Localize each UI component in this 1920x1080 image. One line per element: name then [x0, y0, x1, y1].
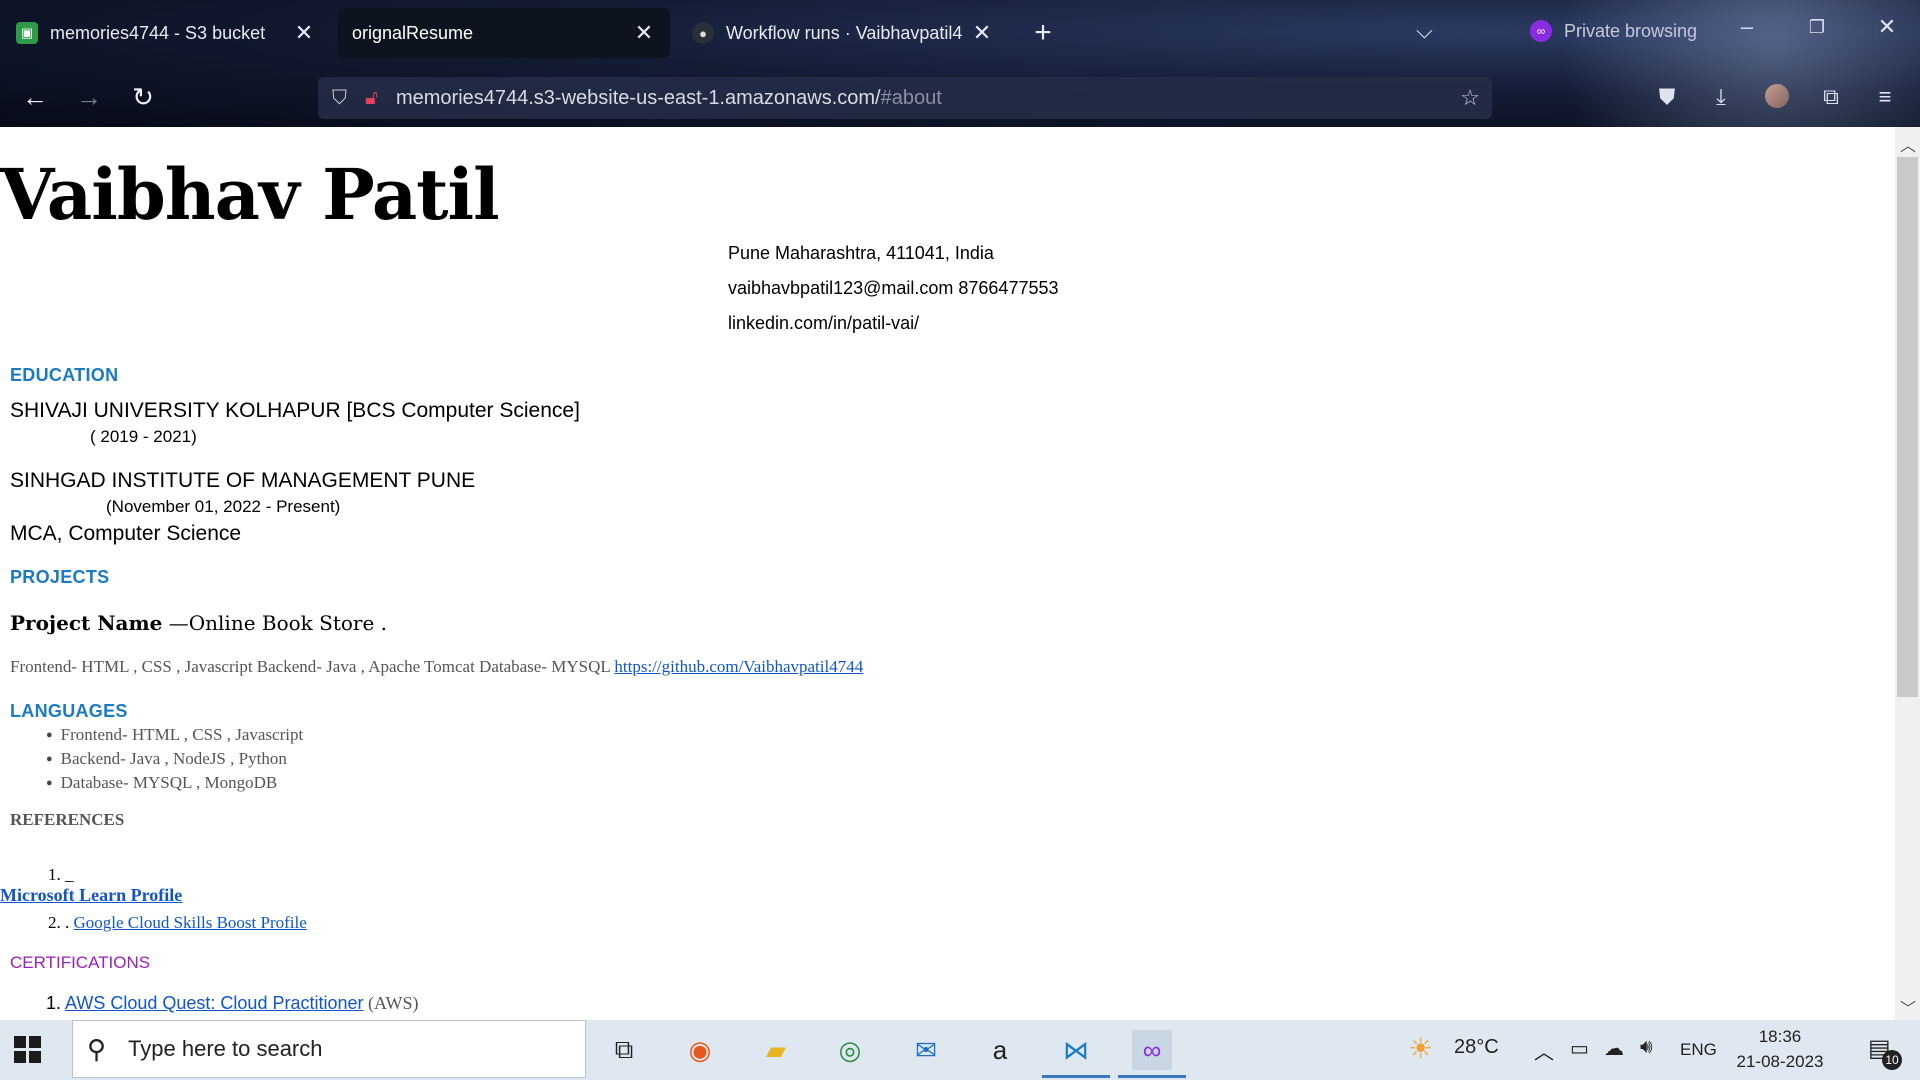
new-tab-button[interactable]: + [1028, 16, 1058, 50]
chrome-icon[interactable]: ◎ [830, 1030, 870, 1070]
project-name-value: —Online Book Store . [162, 611, 388, 635]
education-school-1: SHIVAJI UNIVERSITY KOLHAPUR [BCS Compute… [10, 399, 580, 422]
forward-arrow-icon[interactable]: → [72, 82, 106, 113]
weather-icon[interactable]: ☀ [1408, 1032, 1433, 1065]
volume-icon[interactable]: 🔊︎ [1640, 1036, 1653, 1059]
clock-date: 21-08-2023 [1736, 1052, 1824, 1071]
notification-count-badge: 10 [1882, 1050, 1902, 1070]
project-name-label: Project Name [10, 611, 163, 635]
microsoft-learn-profile-link[interactable]: Microsoft Learn Profile [0, 885, 182, 906]
close-window-icon[interactable]: ✕ [1872, 14, 1902, 40]
notification-center-icon[interactable]: ▤ 10 [1868, 1034, 1902, 1070]
windows-start-icon[interactable] [14, 1036, 42, 1064]
account-avatar[interactable] [1765, 84, 1789, 108]
github-icon: ● [692, 22, 714, 44]
scroll-down-icon[interactable]: ﹀ [1900, 995, 1916, 1019]
close-tab-icon[interactable]: ✕ [970, 20, 994, 46]
clock-time: 18:36 [1758, 1027, 1802, 1046]
firefox-private-icon[interactable]: ∞ [1118, 1030, 1186, 1078]
education-degree-2: MCA, Computer Science [10, 522, 242, 545]
certification-1-issuer: (AWS) [363, 993, 419, 1013]
contact-address: Pune Maharashtra, 411041, India [728, 243, 994, 263]
reference-2: 2. . Google Cloud Skills Boost Profile [48, 913, 307, 933]
reload-icon[interactable]: ↻ [126, 82, 160, 113]
tab-workflow-runs[interactable]: ● Workflow runs · Vaibhavpatil47 ✕ [678, 8, 1008, 58]
contact-linkedin: linkedin.com/in/patil-vai/ [728, 313, 920, 333]
tab-orignal-resume[interactable]: orignalResume ✕ [338, 8, 670, 58]
url-bar[interactable]: ⛉ 🔓︎ memories4744.s3-website-us-east-1.a… [318, 77, 1492, 119]
education-heading: EDUCATION [10, 365, 119, 385]
nav-bar: ← → ↻ ⛉ 🔓︎ memories4744.s3-website-us-ea… [0, 66, 1920, 127]
project-title: Project Name —Online Book Store . [10, 611, 387, 635]
s3-bucket-icon: ▣ [16, 22, 38, 44]
tab-title: orignalResume [352, 22, 474, 43]
reference-2-number: 2. . [48, 913, 74, 932]
task-view-icon[interactable]: ⧉ [604, 1030, 644, 1070]
scrollbar-thumb[interactable] [1897, 157, 1918, 697]
insecure-lock-icon[interactable]: 🔓︎ [365, 87, 378, 110]
private-mask-icon: ∞ [1530, 20, 1552, 42]
contact-email-phone: vaibhavbpatil123@mail.com 8766477553 [728, 278, 1059, 298]
vscode-icon[interactable]: ⋈ [1042, 1030, 1110, 1078]
education-dates-1: ( 2019 - 2021) [90, 427, 197, 446]
close-tab-icon[interactable]: ✕ [632, 20, 656, 46]
projects-heading: PROJECTS [10, 567, 110, 587]
download-icon[interactable]: ⤓ [1706, 84, 1736, 110]
mail-icon[interactable]: ✉ [906, 1030, 946, 1070]
taskbar-clock[interactable]: 18:36 21-08-2023 [1730, 1024, 1830, 1074]
resume-name: Vaibhav Patil [0, 153, 500, 236]
tab-title: Workflow runs · Vaibhavpatil47 [726, 22, 962, 43]
project-github-link[interactable]: https://github.com/Vaibhavpatil4744 [614, 657, 863, 676]
page-scrollbar[interactable]: ︿ ﹀ [1895, 127, 1920, 1020]
weather-temp[interactable]: 28°C [1454, 1036, 1499, 1059]
scroll-up-icon[interactable]: ︿ [1900, 132, 1916, 156]
extensions-icon[interactable]: ⧉ [1816, 84, 1846, 110]
firefox-icon[interactable]: ◉ [680, 1030, 720, 1070]
education-dates-2: (November 01, 2022 - Present) [106, 497, 341, 516]
minimize-icon[interactable]: – [1732, 14, 1762, 40]
menu-hamburger-icon[interactable]: ≡ [1870, 84, 1900, 110]
shield-icon[interactable]: ⛉ [332, 87, 347, 110]
windows-taskbar: ⚲ Type here to search ⧉ ◉ ▰ ◎ ✉ a ⋈ ∞ ☀ … [0, 1020, 1920, 1080]
tab-s3-bucket[interactable]: ▣ memories4744 - S3 bucket ✕ [2, 8, 330, 58]
languages-list: Frontend- HTML , CSS , Javascript Backen… [46, 724, 304, 796]
reference-1-number: 1. _ [48, 865, 74, 884]
close-tab-icon[interactable]: ✕ [292, 20, 316, 46]
input-language[interactable]: ENG [1680, 1040, 1717, 1060]
certification-1-number: 1. [46, 993, 66, 1013]
search-icon: ⚲ [87, 1033, 107, 1064]
certification-1: 1. AWS Cloud Quest: Cloud Practitioner (… [46, 993, 419, 1014]
list-item: Backend- Java , NodeJS , Python [46, 748, 303, 772]
url-fragment: #about [880, 86, 942, 109]
back-arrow-icon[interactable]: ← [18, 82, 52, 113]
bookmark-star-icon[interactable]: ☆ [1460, 85, 1480, 111]
list-item: Database- MYSQL , MongoDB [46, 772, 303, 796]
list-item: Frontend- HTML , CSS , Javascript [46, 724, 304, 748]
project-description: Frontend- HTML , CSS , Javascript Backen… [10, 657, 863, 677]
certifications-heading: CERTIFICATIONS [10, 953, 151, 972]
google-cloud-skills-link[interactable]: Google Cloud Skills Boost Profile [74, 913, 307, 932]
references-heading: REFERENCES [10, 810, 125, 829]
languages-heading: LANGUAGES [10, 701, 128, 721]
meet-now-icon[interactable]: ▭ [1570, 1036, 1589, 1061]
pocket-icon[interactable]: ⛊ [1652, 84, 1682, 110]
tray-chevron-up-icon[interactable]: ︿ [1534, 1036, 1554, 1065]
taskbar-search-placeholder: Type here to search [128, 1036, 323, 1061]
url-host: memories4744.s3-website-us-east-1.amazon… [395, 86, 881, 109]
resume-page: Vaibhav Patil Pune Maharashtra, 411041, … [0, 127, 1895, 1020]
amazon-icon[interactable]: a [980, 1030, 1020, 1070]
browser-chrome: ▣ memories4744 - S3 bucket ✕ orignalResu… [0, 0, 1920, 127]
aws-cloud-quest-link[interactable]: AWS Cloud Quest: Cloud Practitioner [65, 993, 363, 1013]
onedrive-cloud-icon[interactable]: ☁ [1604, 1036, 1624, 1061]
private-browsing-indicator: ∞ Private browsing [1530, 20, 1697, 42]
tab-bar: ▣ memories4744 - S3 bucket ✕ orignalResu… [0, 0, 1920, 66]
education-school-2: SINHGAD INSTITUTE OF MANAGEMENT PUNE [10, 469, 476, 492]
file-explorer-icon[interactable]: ▰ [756, 1030, 796, 1070]
taskbar-search-box[interactable]: ⚲ Type here to search [72, 1020, 586, 1078]
list-tabs-chevron-icon[interactable]: ⌵ [1416, 18, 1433, 44]
restore-icon[interactable]: ❐ [1802, 17, 1832, 38]
project-description-text: Frontend- HTML , CSS , Javascript Backen… [10, 657, 615, 676]
private-browsing-label: Private browsing [1564, 20, 1698, 41]
tab-title: memories4744 - S3 bucket [50, 22, 266, 43]
